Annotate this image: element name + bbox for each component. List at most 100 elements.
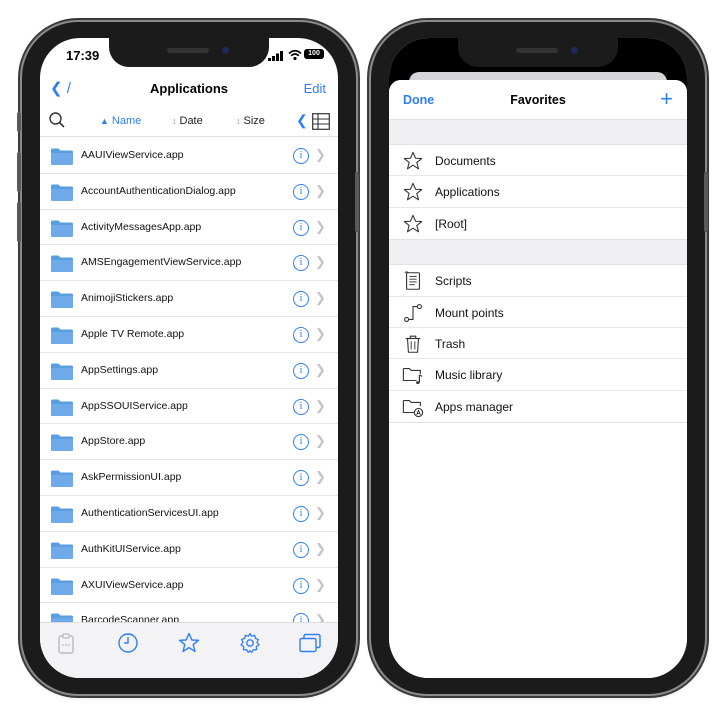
file-row[interactable]: AuthKitUIService.app i ❯ bbox=[40, 532, 338, 568]
sort-date-label: Date bbox=[179, 115, 203, 127]
file-row[interactable]: AAUIViewService.app i ❯ bbox=[40, 138, 338, 174]
sort-by-size-button[interactable]: ↕ Size bbox=[236, 115, 265, 127]
favorites-sheet: Done Favorites + Documents Applications [R… bbox=[389, 80, 687, 678]
edit-button[interactable]: Edit bbox=[304, 81, 326, 96]
add-favorite-button[interactable]: + bbox=[660, 86, 673, 112]
chevron-right-icon: ❯ bbox=[315, 433, 326, 449]
star-icon[interactable] bbox=[177, 631, 201, 655]
file-row[interactable]: ActivityMessagesApp.app i ❯ bbox=[40, 210, 338, 246]
chevron-left-icon[interactable]: ❮ bbox=[296, 112, 308, 129]
chevron-right-icon: ❯ bbox=[315, 290, 326, 306]
sort-by-name-button[interactable]: ▲ Name bbox=[100, 115, 141, 127]
volume-up-button bbox=[17, 152, 21, 192]
file-name: AppSettings.app bbox=[81, 363, 159, 376]
file-row[interactable]: AppStore.app i ❯ bbox=[40, 424, 338, 461]
file-name: AppStore.app bbox=[81, 435, 146, 448]
clock-icon[interactable] bbox=[116, 631, 140, 655]
wifi-icon bbox=[288, 49, 302, 61]
file-row[interactable]: AXUIViewService.app i ❯ bbox=[40, 568, 338, 604]
favorite-row-mount-points[interactable]: Mount points bbox=[389, 297, 687, 328]
favorites-section: Documents Applications [Root] bbox=[389, 144, 687, 241]
right-screen: Done Favorites + Documents Applications [R… bbox=[389, 38, 687, 678]
sort-by-date-button[interactable]: ↕ Date bbox=[172, 115, 203, 127]
file-name: Apple TV Remote.app bbox=[81, 327, 185, 340]
file-row[interactable]: AppSettings.app i ❯ bbox=[40, 353, 338, 389]
folder-icon bbox=[51, 506, 73, 523]
file-name: AuthenticationServicesUI.app bbox=[81, 506, 219, 519]
info-icon[interactable]: i bbox=[293, 505, 309, 522]
sheet-empty-area bbox=[389, 423, 687, 678]
file-row[interactable]: AnimojiStickers.app i ❯ bbox=[40, 281, 338, 317]
favorite-row-music-library[interactable]: Music library bbox=[389, 359, 687, 391]
trash-icon bbox=[402, 333, 424, 355]
folder-icon bbox=[51, 613, 73, 622]
mute-switch bbox=[17, 112, 21, 132]
info-icon[interactable]: i bbox=[293, 470, 309, 487]
favorite-row-apps-manager[interactable]: Apps manager bbox=[389, 391, 687, 422]
info-icon[interactable]: i bbox=[293, 291, 309, 308]
chevron-right-icon: ❯ bbox=[315, 540, 326, 556]
favorite-row-documents[interactable]: Documents bbox=[389, 145, 687, 177]
windows-icon[interactable] bbox=[298, 631, 322, 655]
star-icon bbox=[402, 150, 424, 172]
info-icon[interactable]: i bbox=[293, 398, 309, 415]
favorite-row-scripts[interactable]: Scripts bbox=[389, 265, 687, 297]
favorite-row-trash[interactable]: Trash bbox=[389, 328, 687, 360]
file-row[interactable]: AMSEngagementViewService.app i ❯ bbox=[40, 245, 338, 282]
info-icon[interactable]: i bbox=[293, 255, 309, 272]
star-icon bbox=[402, 181, 424, 203]
chevron-right-icon: ❯ bbox=[315, 576, 326, 592]
list-view-icon[interactable] bbox=[312, 113, 330, 130]
favorite-label: Documents bbox=[435, 154, 496, 168]
folder-icon bbox=[51, 291, 73, 309]
sort-toggle-icon: ↕ bbox=[172, 116, 177, 126]
info-icon[interactable]: i bbox=[293, 362, 309, 379]
gear-icon[interactable] bbox=[238, 631, 262, 655]
clipboard-icon[interactable] bbox=[54, 631, 78, 655]
info-icon[interactable]: i bbox=[293, 613, 309, 622]
search-icon[interactable] bbox=[48, 111, 66, 129]
info-icon[interactable]: i bbox=[293, 577, 309, 594]
folder-icon bbox=[51, 255, 73, 273]
folder-icon bbox=[51, 470, 73, 488]
file-name: AskPermissionUI.app bbox=[81, 471, 182, 484]
file-name: ActivityMessagesApp.app bbox=[81, 220, 202, 233]
file-row[interactable]: Apple TV Remote.app i ❯ bbox=[40, 317, 338, 353]
chevron-right-icon: ❯ bbox=[315, 325, 326, 341]
info-icon[interactable]: i bbox=[293, 183, 309, 200]
folder-icon bbox=[51, 184, 73, 201]
left-phone-frame: 17:39 100 ❮ / Applications Edit ▲ Name ↕… bbox=[17, 22, 359, 694]
favorite-row-root[interactable]: [Root] bbox=[389, 208, 687, 239]
chevron-right-icon: ❯ bbox=[315, 397, 326, 413]
power-button bbox=[704, 172, 708, 232]
favorite-row-applications[interactable]: Applications bbox=[389, 176, 687, 208]
chevron-right-icon: ❯ bbox=[315, 469, 326, 485]
right-phone-frame: Done Favorites + Documents Applications [R… bbox=[371, 22, 708, 694]
volume-down-button bbox=[17, 202, 21, 242]
sort-toolbar: ▲ Name ↕ Date ↕ Size ❮ bbox=[40, 106, 338, 137]
tools-section: Scripts Mount points Trash Music library App… bbox=[389, 264, 687, 424]
sort-toggle-icon: ↕ bbox=[236, 116, 241, 126]
favorite-label: [Root] bbox=[435, 216, 468, 231]
favorite-label: Applications bbox=[435, 185, 500, 200]
info-icon[interactable]: i bbox=[293, 326, 309, 343]
notch bbox=[458, 38, 618, 67]
file-row[interactable]: AuthenticationServicesUI.app i ❯ bbox=[40, 496, 338, 532]
sort-size-label: Size bbox=[243, 115, 265, 127]
file-row[interactable]: BarcodeScanner.app i ❯ bbox=[40, 603, 338, 622]
folder-icon bbox=[51, 399, 73, 416]
info-icon[interactable]: i bbox=[293, 148, 309, 164]
info-icon[interactable]: i bbox=[293, 541, 309, 558]
info-icon[interactable]: i bbox=[293, 434, 309, 451]
file-row[interactable]: AccountAuthenticationDialog.app i ❯ bbox=[40, 174, 338, 210]
file-name: AccountAuthenticationDialog.app bbox=[81, 184, 236, 197]
sheet-header: Done Favorites + bbox=[389, 80, 687, 120]
favorite-label: Trash bbox=[435, 336, 466, 351]
file-name: BarcodeScanner.app bbox=[81, 614, 180, 622]
file-row[interactable]: AppSSOUIService.app i ❯ bbox=[40, 389, 338, 425]
info-icon[interactable]: i bbox=[293, 219, 309, 236]
notch bbox=[109, 38, 269, 67]
file-row[interactable]: AskPermissionUI.app i ❯ bbox=[40, 460, 338, 496]
